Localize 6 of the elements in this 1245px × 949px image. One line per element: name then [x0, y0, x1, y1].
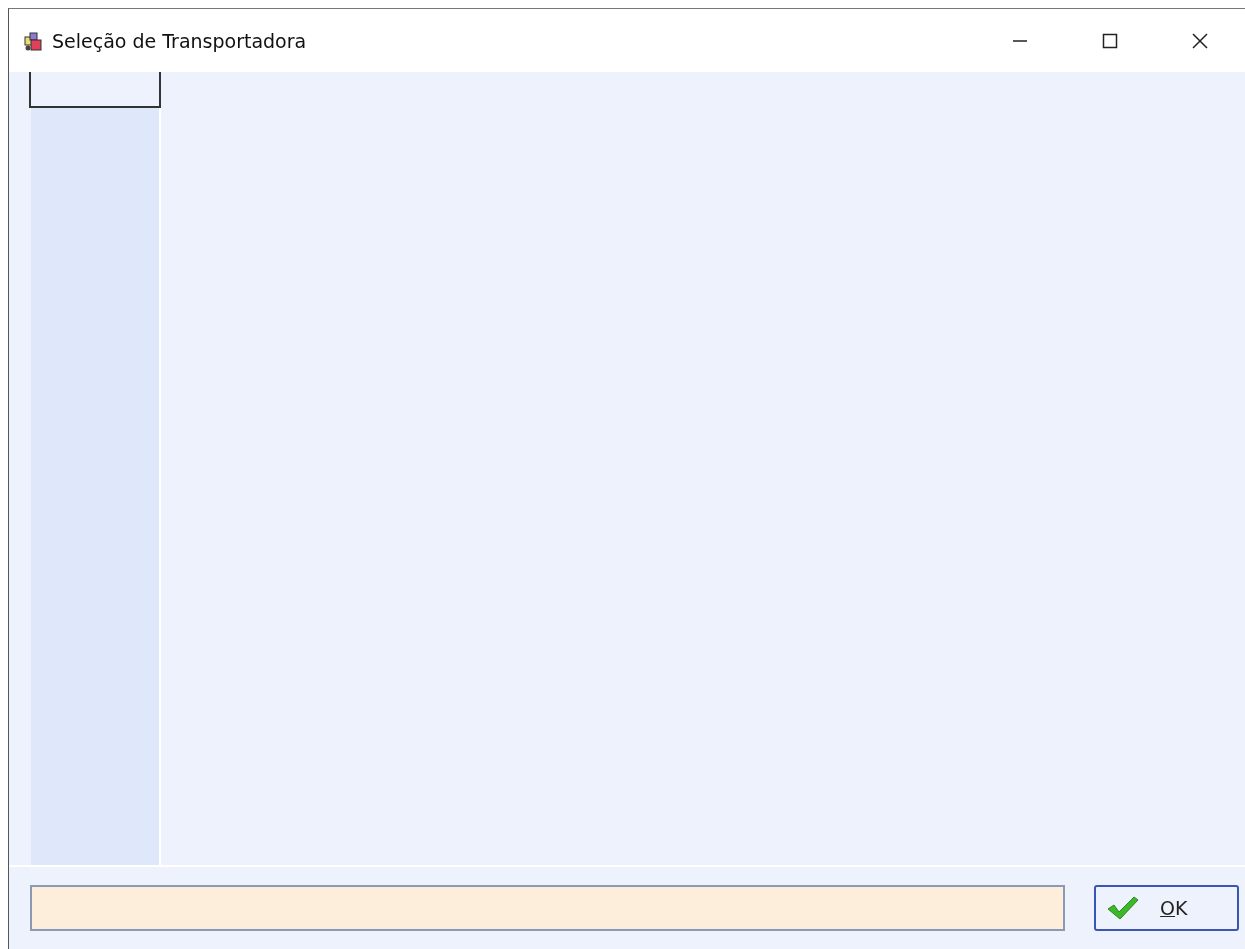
checkmark-icon: [1106, 895, 1141, 921]
input-field[interactable]: [30, 885, 1066, 931]
close-icon[interactable]: [1190, 30, 1210, 51]
app-icon: [22, 29, 44, 52]
window-title: Seleção de Transportadora: [52, 29, 307, 52]
ok-button[interactable]: OK: [1094, 885, 1239, 931]
